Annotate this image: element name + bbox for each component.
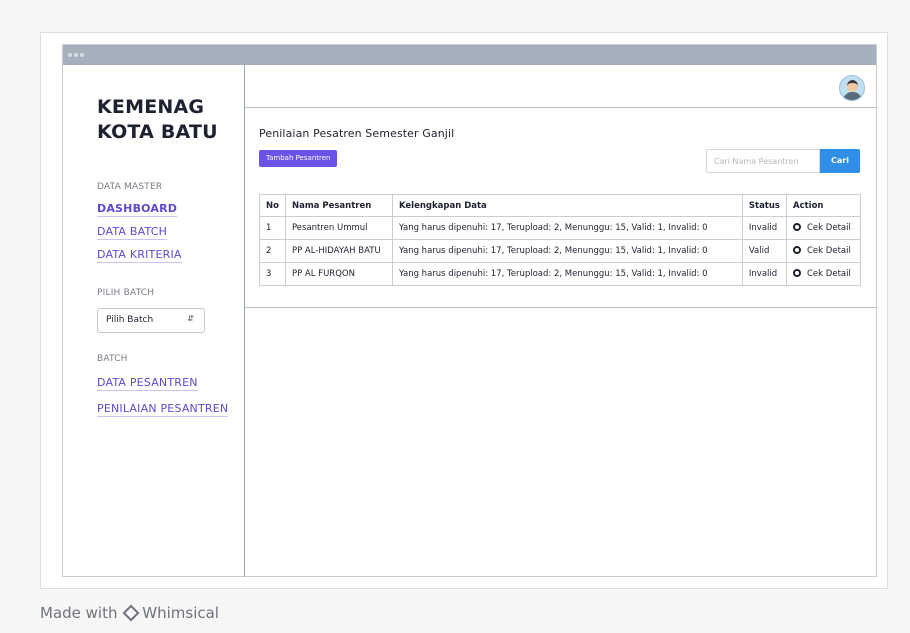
column-header-nama: Nama Pesantren [284, 194, 393, 217]
eye-icon [793, 269, 801, 277]
cell-no: 2 [259, 239, 286, 263]
cek-detail-label: Cek Detail [807, 269, 851, 279]
cek-detail-button[interactable]: Cek Detail [786, 239, 861, 263]
eye-icon [793, 223, 801, 231]
window-titlebar [63, 45, 876, 65]
cell-no: 1 [259, 216, 286, 240]
cell-name: PP AL-HIDAYAH BATU [284, 239, 393, 263]
cell-status: Valid [741, 239, 788, 263]
search-input[interactable]: Cari Nama Pesantren [706, 149, 820, 173]
made-with-label: Made with [40, 604, 118, 622]
main-content: Penilaian Pesatren Semester Ganjil Tamba… [245, 65, 877, 577]
column-header-kelengkapan: Kelengkapan Data [391, 194, 743, 217]
column-header-status: Status [741, 194, 788, 217]
cell-data: Yang harus dipenuhi: 17, Terupload: 2, M… [391, 216, 743, 240]
add-pesantren-button[interactable]: Tambah Pesantren [259, 150, 338, 167]
cell-status: Invalid [741, 262, 788, 286]
batch-select[interactable]: Pilih Batch ⇵ [97, 308, 205, 333]
batch-select-value: Pilih Batch [106, 315, 154, 325]
window-dot-icon [80, 53, 84, 57]
browser-window: KEMENAG KOTA BATU DATA MASTER DASHBOARD … [62, 44, 877, 577]
cek-detail-button[interactable]: Cek Detail [786, 216, 861, 240]
table-row: 2 PP AL-HIDAYAH BATU Yang harus dipenuhi… [259, 239, 861, 263]
cek-detail-label: Cek Detail [807, 223, 851, 233]
made-with-footer[interactable]: Made with Whimsical [40, 604, 219, 622]
cell-name: PP AL FURQON [284, 262, 393, 286]
avatar[interactable] [839, 75, 865, 101]
content-panel: Penilaian Pesatren Semester Ganjil Tamba… [245, 108, 877, 308]
cell-no: 3 [259, 262, 286, 286]
sidebar-item-data-batch[interactable]: DATA BATCH [97, 224, 168, 240]
top-bar [245, 65, 877, 108]
search-button[interactable]: Cari [820, 149, 860, 173]
select-caret-icon: ⇵ [187, 314, 194, 323]
window-dot-icon [68, 53, 72, 57]
whimsical-logo-icon [122, 604, 140, 622]
cek-detail-button[interactable]: Cek Detail [786, 262, 861, 286]
cek-detail-label: Cek Detail [807, 246, 851, 256]
sidebar-item-penilaian-pesantren[interactable]: PENILAIAN PESANTREN [97, 401, 229, 417]
window-dot-icon [74, 53, 78, 57]
table-header-row: No Nama Pesantren Kelengkapan Data Statu… [259, 194, 861, 217]
cell-data: Yang harus dipenuhi: 17, Terupload: 2, M… [391, 239, 743, 263]
brand-title: KEMENAG KOTA BATU [97, 95, 237, 145]
sidebar-item-data-kriteria[interactable]: DATA KRITERIA [97, 247, 182, 263]
column-header-action: Action [786, 194, 861, 217]
cell-status: Invalid [741, 216, 788, 240]
cell-name: Pesantren Ummul [284, 216, 393, 240]
brand-line-1: KEMENAG [97, 96, 205, 118]
sidebar-item-data-pesantren[interactable]: DATA PESANTREN [97, 375, 198, 391]
whimsical-brand-label: Whimsical [142, 604, 219, 622]
sidebar-item-dashboard[interactable]: DASHBOARD [97, 201, 178, 217]
eye-icon [793, 246, 801, 254]
section-label-batch: BATCH [97, 354, 128, 364]
page-title: Penilaian Pesatren Semester Ganjil [259, 127, 455, 140]
column-header-no: No [259, 194, 286, 217]
avatar-body-icon [843, 92, 862, 100]
table-row: 3 PP AL FURQON Yang harus dipenuhi: 17, … [259, 262, 861, 286]
pesantren-table: No Nama Pesantren Kelengkapan Data Statu… [259, 194, 861, 286]
sidebar: KEMENAG KOTA BATU DATA MASTER DASHBOARD … [63, 65, 245, 577]
section-label-data-master: DATA MASTER [97, 182, 163, 192]
brand-line-2: KOTA BATU [97, 121, 218, 143]
table-row: 1 Pesantren Ummul Yang harus dipenuhi: 1… [259, 216, 861, 240]
cell-data: Yang harus dipenuhi: 17, Terupload: 2, M… [391, 262, 743, 286]
avatar-head-icon [847, 80, 858, 92]
section-label-pilih-batch: PILIH BATCH [97, 288, 155, 298]
